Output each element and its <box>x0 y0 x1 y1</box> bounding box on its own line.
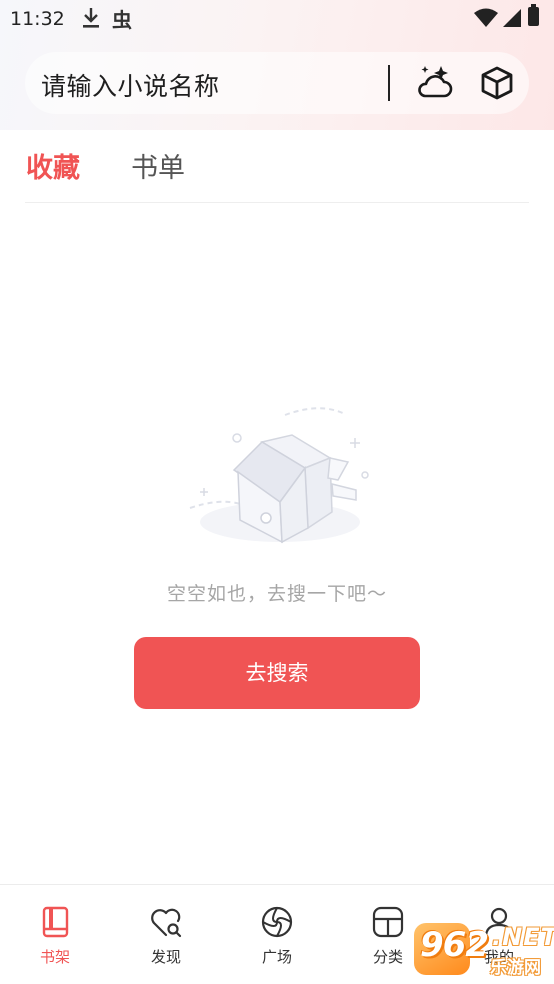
status-bar: 11:32 虫 <box>0 0 554 38</box>
empty-box-illustration <box>180 400 380 564</box>
discover-icon <box>149 905 183 939</box>
watermark-suffix: .NET <box>492 923 554 951</box>
download-icon <box>80 5 102 35</box>
watermark-logo: 962 .NET 乐游网 <box>414 915 554 984</box>
nav-label-plaza: 广场 <box>261 948 292 966</box>
signal-icon <box>502 8 522 32</box>
go-search-button[interactable]: 去搜索 <box>134 637 420 709</box>
bookshelf-icon <box>38 905 72 939</box>
empty-state-message: 空空如也，去搜一下吧～ <box>166 583 387 605</box>
nav-label-discover: 发现 <box>150 948 181 966</box>
nav-item-bookshelf[interactable]: 书架 <box>0 885 110 984</box>
weather-icon[interactable] <box>415 63 455 107</box>
search-bar[interactable]: 请输入小说名称 <box>25 52 529 114</box>
watermark-subtitle: 乐游网 <box>490 958 541 978</box>
plaza-icon <box>260 905 294 939</box>
tab-favorites[interactable]: 收藏 <box>26 146 80 185</box>
battery-icon <box>528 4 539 26</box>
app-notification-icon: 虫 <box>112 8 132 32</box>
nav-item-discover[interactable]: 发现 <box>111 885 221 984</box>
tabs-divider <box>25 202 529 203</box>
search-divider <box>388 65 390 101</box>
cube-icon[interactable] <box>479 65 515 105</box>
category-icon <box>371 905 405 939</box>
status-time: 11:32 <box>10 8 65 30</box>
search-input[interactable]: 请输入小说名称 <box>41 67 220 103</box>
nav-item-plaza[interactable]: 广场 <box>222 885 332 984</box>
tab-booklists[interactable]: 书单 <box>131 146 185 185</box>
nav-label-bookshelf: 书架 <box>39 948 70 966</box>
watermark-number: 962 <box>420 925 489 965</box>
wifi-icon <box>474 8 498 32</box>
tab-bar: 收藏 书单 <box>0 130 554 203</box>
